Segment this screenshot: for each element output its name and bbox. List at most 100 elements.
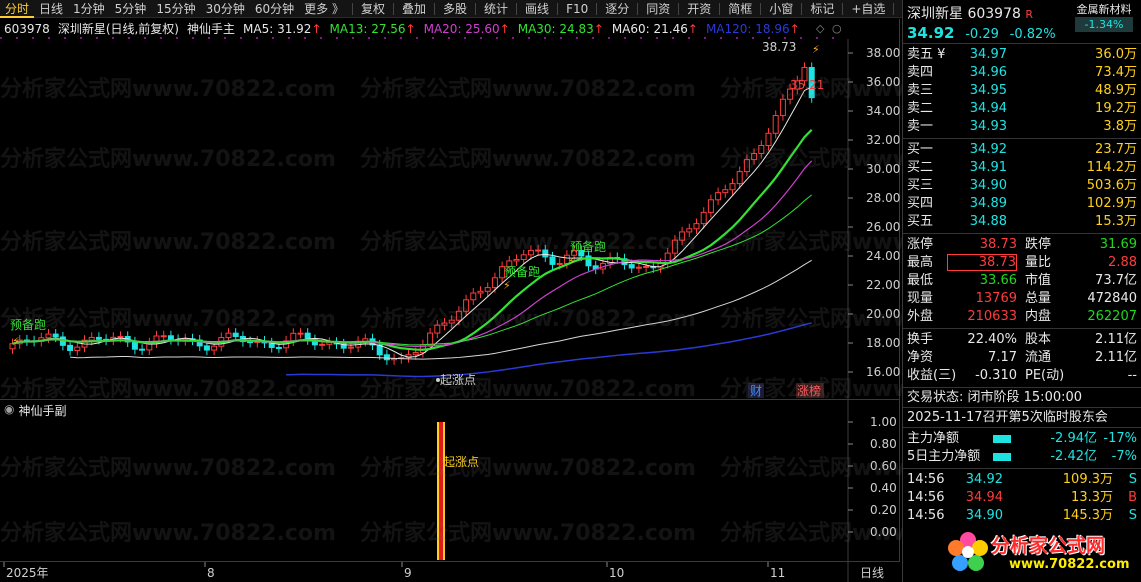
y-tick-label: 16.00 <box>866 365 900 379</box>
collapse-icon[interactable]: ◉ <box>4 402 14 419</box>
toolbar-button-10[interactable]: 小窗 <box>764 0 798 18</box>
sector-tag[interactable]: 金属新材料 -1.34% <box>1075 2 1133 32</box>
signal-label: 预备跑 <box>504 265 540 279</box>
toolbar-button-2[interactable]: 多股 <box>438 0 472 18</box>
candle-body <box>74 346 81 351</box>
candle-body <box>463 299 470 312</box>
toolbar-button-7[interactable]: 同资 <box>641 0 675 18</box>
period-tab-2[interactable]: 1分钟 <box>68 0 110 18</box>
date-tick-label: 8 <box>207 566 215 580</box>
candle-body <box>290 332 297 342</box>
candle-body <box>535 249 542 252</box>
toolbar-button-5[interactable]: F10 <box>561 0 593 18</box>
ask-row-volume: 36.0万 <box>1095 47 1137 62</box>
ask-row-price: 34.93 <box>969 119 1007 134</box>
flow-value: -2.94亿 <box>1050 431 1097 446</box>
stat-value: 38.73 <box>979 237 1017 252</box>
bid-row[interactable]: 买二 34.91 114.2万 <box>903 159 1141 177</box>
toolbar-button-4[interactable]: 画线 <box>520 0 554 18</box>
finance-badge-text: 财 <box>750 384 762 398</box>
ask-row-label: 卖三 <box>907 83 934 98</box>
flow-row[interactable]: 5日主力净额 -2.42亿 -7% <box>903 448 1141 466</box>
chart-title: 深圳新星(日线,前复权) <box>57 22 179 36</box>
tick-time: 14:56 <box>907 472 945 487</box>
ask-row[interactable]: 卖三 34.95 48.9万 <box>903 82 1141 100</box>
ask-row[interactable]: 卖一 34.93 3.8万 <box>903 118 1141 136</box>
toolbar-button-3[interactable]: 统计 <box>479 0 513 18</box>
sub-indicator-name[interactable]: 神仙手副 <box>18 402 66 419</box>
toolbar-divider <box>801 2 803 15</box>
stat-value: 262207 <box>1087 309 1137 324</box>
toolbar-button-12[interactable]: +自选 <box>846 0 890 18</box>
y-tick-label: 24.00 <box>866 249 900 263</box>
fund-value: 7.17 <box>988 350 1017 365</box>
ask-row[interactable]: 卖二 34.94 19.2万 <box>903 100 1141 118</box>
flow-row[interactable]: 主力净额 -2.94亿 -17% <box>903 430 1141 448</box>
y-tick-label: 38.00 <box>866 46 900 60</box>
ma-label-2: MA20: 25.60 <box>423 22 500 36</box>
toolbar-divider <box>516 2 518 15</box>
ask-row-volume: 73.4万 <box>1095 65 1137 80</box>
toolbar-divider <box>596 2 598 15</box>
y-tick-label: 22.00 <box>866 278 900 292</box>
candle-body <box>751 152 758 161</box>
candle-body <box>693 223 700 230</box>
period-tab-3[interactable]: 5分钟 <box>110 0 152 18</box>
sub-y-tick-label: 1.00 <box>870 415 897 429</box>
sub-canvas[interactable]: 1.00 0.80 0.60 0.40 0.20 0.00 起涨点 <box>0 400 900 562</box>
period-tab-0[interactable]: 分时 <box>0 0 35 18</box>
period-tab-7[interactable]: 更多 》 <box>299 0 349 18</box>
main-kline-chart[interactable]: 38.00 36.00 34.00 32.00 30.00 28.00 26.00 24.00… <box>0 19 1056 402</box>
bid-row[interactable]: 买五 34.88 15.3万 <box>903 213 1141 231</box>
ask-row-price: 34.97 <box>969 47 1007 62</box>
toolbar-button-1[interactable]: 叠加 <box>397 0 431 18</box>
notice-line[interactable]: 2025-11-17召开第5次临时股东会 <box>903 408 1141 428</box>
stat-value: 210633 <box>967 309 1017 324</box>
candle-body <box>772 115 779 134</box>
main-indicator-name[interactable]: 神仙手主 <box>187 21 235 37</box>
candle-body <box>347 346 354 349</box>
period-tab-5[interactable]: 30分钟 <box>201 0 250 18</box>
stat-label: 外盘 <box>907 309 934 324</box>
period-tab-6[interactable]: 60分钟 <box>250 0 299 18</box>
y-tick-label: 26.00 <box>866 220 900 234</box>
toolbar-button-0[interactable]: 复权 <box>356 0 390 18</box>
ma30-line <box>12 194 813 346</box>
up-arrow-icon: ↑ <box>311 22 322 36</box>
runner-icon: ⚡ <box>503 279 511 292</box>
ask-row[interactable]: 卖四 34.96 73.4万 <box>903 64 1141 82</box>
bid-row[interactable]: 买三 34.90 503.6万 <box>903 177 1141 195</box>
toggle-icon: ○ <box>832 22 842 35</box>
ask-row[interactable]: 卖五 ¥ 34.97 36.0万 <box>903 46 1141 64</box>
stat-label: 市值 <box>1025 273 1052 288</box>
price-change: -0.29 <box>965 27 999 42</box>
toolbar-divider <box>351 2 353 15</box>
candle-body <box>211 345 218 351</box>
ask-row-price: 34.94 <box>969 101 1007 116</box>
period-tab-1[interactable]: 日线 <box>34 0 68 18</box>
toolbar-button-11[interactable]: 标记 <box>805 0 839 18</box>
toolbar-button-9[interactable]: 简框 <box>723 0 757 18</box>
candle-body <box>743 159 750 173</box>
period-tab-4[interactable]: 15分钟 <box>151 0 200 18</box>
toolbar-button-6[interactable]: 逐分 <box>600 0 634 18</box>
candle-body <box>167 335 174 340</box>
candle-body <box>67 344 74 351</box>
toolbar-button-8[interactable]: 开资 <box>682 0 716 18</box>
flow-label: 主力净额 <box>907 431 960 446</box>
bid-row[interactable]: 买一 34.92 23.7万 <box>903 141 1141 159</box>
candle-body <box>434 324 441 334</box>
stat-row: 外盘 210633 内盘 262207 <box>903 308 1141 326</box>
quote-header: 深圳新星 603978 R 34.92 -0.29 -0.82% 金属新材料 -… <box>903 0 1141 44</box>
bid-row[interactable]: 买四 34.89 102.9万 <box>903 195 1141 213</box>
candle-body <box>556 262 563 265</box>
ask-row-label: 卖二 <box>907 101 934 116</box>
kline-canvas[interactable]: 38.00 36.00 34.00 32.00 30.00 28.00 26.00 24.00… <box>0 19 900 399</box>
ma-label-1: MA13: 27.56 <box>329 22 406 36</box>
sub-indicator-chart[interactable]: 1.00 0.80 0.60 0.40 0.20 0.00 起涨点 ◉ 神仙手副 分析家公式… <box>0 399 1056 562</box>
fund-value: 22.40% <box>967 332 1017 347</box>
ask-row-volume: 19.2万 <box>1095 101 1137 116</box>
bid-row-volume: 114.2万 <box>1086 160 1137 175</box>
candle-body <box>470 292 477 301</box>
ma-label-4: MA60: 21.46 <box>611 22 688 36</box>
